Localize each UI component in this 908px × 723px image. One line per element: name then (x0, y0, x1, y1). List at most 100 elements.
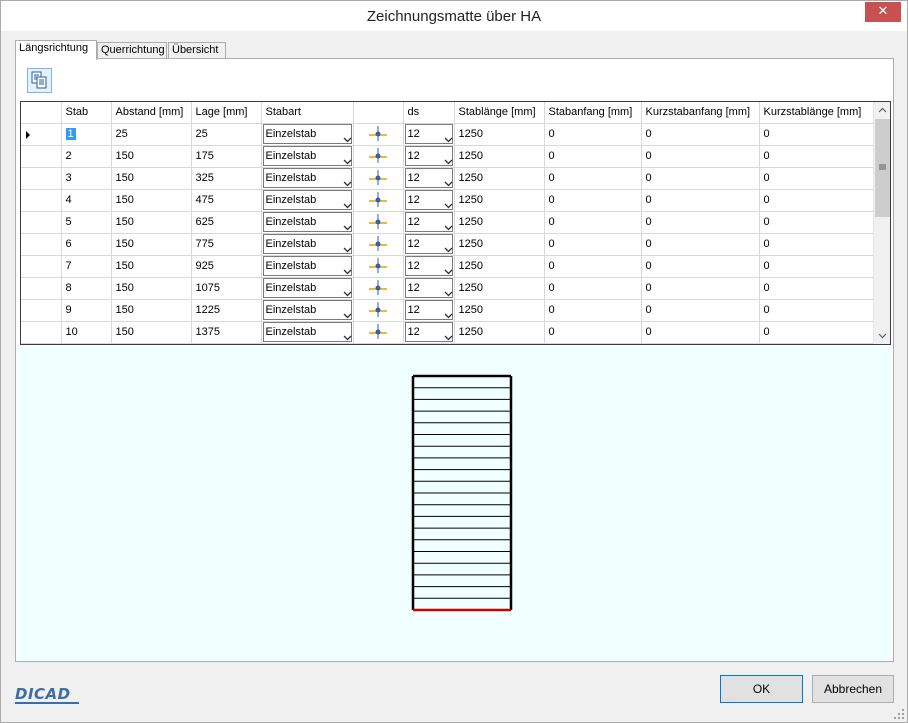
cell-ds[interactable]: 12 (403, 145, 455, 168)
cell-lage[interactable]: 475 (191, 189, 262, 212)
ds-dropdown[interactable]: 12 (404, 212, 453, 232)
cell-marker[interactable] (353, 211, 404, 234)
chevron-down-icon[interactable] (335, 169, 351, 187)
cell-stabart[interactable]: Einzelstab (261, 211, 354, 234)
cell-marker[interactable] (353, 233, 404, 256)
cell-stablaenge[interactable]: 1250 (454, 299, 545, 322)
cell-stablaenge[interactable]: 1250 (454, 123, 545, 146)
table-row[interactable]: 7 150 925 Einzelstab 12 1250 0 0 0 (21, 255, 874, 278)
ds-dropdown[interactable]: 12 (404, 234, 453, 254)
table-row[interactable]: 8 150 1075 Einzelstab 12 1250 0 0 0 (21, 277, 874, 300)
table-row[interactable]: 4 150 475 Einzelstab 12 1250 0 0 0 (21, 189, 874, 212)
chevron-down-icon[interactable] (335, 147, 351, 165)
cell-stabanfang[interactable]: 0 (544, 277, 642, 300)
cell-kurzstabanfang[interactable]: 0 (641, 277, 760, 300)
cell-stabanfang[interactable]: 0 (544, 189, 642, 212)
chevron-down-icon[interactable] (436, 301, 452, 319)
cell-abstand[interactable]: 150 (111, 299, 192, 322)
cell-abstand[interactable]: 150 (111, 277, 192, 300)
stabart-dropdown[interactable]: Einzelstab (262, 234, 352, 254)
cell-kurzstabanfang[interactable]: 0 (641, 321, 760, 344)
cell-lage[interactable]: 1075 (191, 277, 262, 300)
cell-stabart[interactable]: Einzelstab (261, 167, 354, 190)
cell-ds[interactable]: 12 (403, 211, 455, 234)
row-header[interactable] (21, 255, 62, 278)
chevron-down-icon[interactable] (436, 191, 452, 209)
stabart-dropdown[interactable]: Einzelstab (262, 256, 352, 276)
stabart-dropdown[interactable]: Einzelstab (262, 190, 352, 210)
cell-abstand[interactable]: 150 (111, 145, 192, 168)
row-header[interactable] (21, 167, 62, 190)
col-header-kurzstablaenge[interactable]: Kurzstablänge [mm] (759, 102, 874, 124)
table-row[interactable]: 1 25 25 Einzelstab 12 1250 0 0 0 (21, 123, 874, 146)
stabart-dropdown[interactable]: Einzelstab (262, 322, 352, 342)
chevron-down-icon[interactable] (436, 323, 452, 341)
chevron-down-icon[interactable] (335, 257, 351, 275)
cell-abstand[interactable]: 150 (111, 233, 192, 256)
cell-marker[interactable] (353, 189, 404, 212)
cell-stabart[interactable]: Einzelstab (261, 255, 354, 278)
chevron-down-icon[interactable] (436, 279, 452, 297)
cell-stabanfang[interactable]: 0 (544, 321, 642, 344)
scroll-up-button[interactable] (874, 102, 890, 119)
cell-ds[interactable]: 12 (403, 299, 455, 322)
ds-dropdown[interactable]: 12 (404, 168, 453, 188)
cell-lage[interactable]: 325 (191, 167, 262, 190)
cell-stab[interactable]: 3 (61, 167, 112, 190)
cell-kurzstablaenge[interactable]: 0 (759, 189, 874, 212)
chevron-down-icon[interactable] (335, 125, 351, 143)
stabart-dropdown[interactable]: Einzelstab (262, 300, 352, 320)
cell-lage[interactable]: 25 (191, 123, 262, 146)
chevron-down-icon[interactable] (335, 323, 351, 341)
cell-kurzstablaenge[interactable]: 0 (759, 167, 874, 190)
cell-lage[interactable]: 1375 (191, 321, 262, 344)
cell-stabart[interactable]: Einzelstab (261, 299, 354, 322)
cell-kurzstablaenge[interactable]: 0 (759, 255, 874, 278)
chevron-down-icon[interactable] (436, 169, 452, 187)
cell-ds[interactable]: 12 (403, 321, 455, 344)
scroll-thumb[interactable] (875, 119, 890, 217)
cell-kurzstablaenge[interactable]: 0 (759, 321, 874, 344)
col-header-stabanfang[interactable]: Stabanfang [mm] (544, 102, 642, 124)
row-header[interactable] (21, 321, 62, 344)
cell-marker[interactable] (353, 277, 404, 300)
cell-stabanfang[interactable]: 0 (544, 145, 642, 168)
cell-stab[interactable]: 7 (61, 255, 112, 278)
cell-lage[interactable]: 175 (191, 145, 262, 168)
cell-kurzstabanfang[interactable]: 0 (641, 167, 760, 190)
chevron-down-icon[interactable] (335, 191, 351, 209)
chevron-down-icon[interactable] (335, 235, 351, 253)
cell-marker[interactable] (353, 321, 404, 344)
cell-kurzstabanfang[interactable]: 0 (641, 233, 760, 256)
cell-stab[interactable]: 5 (61, 211, 112, 234)
table-row[interactable]: 5 150 625 Einzelstab 12 1250 0 0 0 (21, 211, 874, 234)
ok-button[interactable]: OK (720, 675, 803, 703)
cell-marker[interactable] (353, 145, 404, 168)
row-header[interactable] (21, 145, 62, 168)
table-row[interactable]: 2 150 175 Einzelstab 12 1250 0 0 0 (21, 145, 874, 168)
table-row[interactable]: 10 150 1375 Einzelstab 12 1250 0 0 0 (21, 321, 874, 344)
cell-stabanfang[interactable]: 0 (544, 233, 642, 256)
scroll-down-button[interactable] (874, 327, 890, 344)
stabart-dropdown[interactable]: Einzelstab (262, 278, 352, 298)
col-header-ds[interactable]: ds (403, 102, 455, 124)
cell-stabanfang[interactable]: 0 (544, 255, 642, 278)
ds-dropdown[interactable]: 12 (404, 278, 453, 298)
chevron-down-icon[interactable] (436, 125, 452, 143)
ds-dropdown[interactable]: 12 (404, 190, 453, 210)
cell-stabart[interactable]: Einzelstab (261, 233, 354, 256)
tab-querrichtung[interactable]: Querrichtung (97, 42, 167, 59)
cell-stablaenge[interactable]: 1250 (454, 189, 545, 212)
cell-stablaenge[interactable]: 1250 (454, 321, 545, 344)
cell-abstand[interactable]: 150 (111, 189, 192, 212)
cell-stab[interactable]: 6 (61, 233, 112, 256)
cell-marker[interactable] (353, 167, 404, 190)
col-header-abstand[interactable]: Abstand [mm] (111, 102, 192, 124)
cell-kurzstablaenge[interactable]: 0 (759, 211, 874, 234)
cell-abstand[interactable]: 150 (111, 167, 192, 190)
cell-kurzstabanfang[interactable]: 0 (641, 255, 760, 278)
cell-stablaenge[interactable]: 1250 (454, 211, 545, 234)
cell-ds[interactable]: 12 (403, 167, 455, 190)
cell-stablaenge[interactable]: 1250 (454, 255, 545, 278)
stabart-dropdown[interactable]: Einzelstab (262, 146, 352, 166)
